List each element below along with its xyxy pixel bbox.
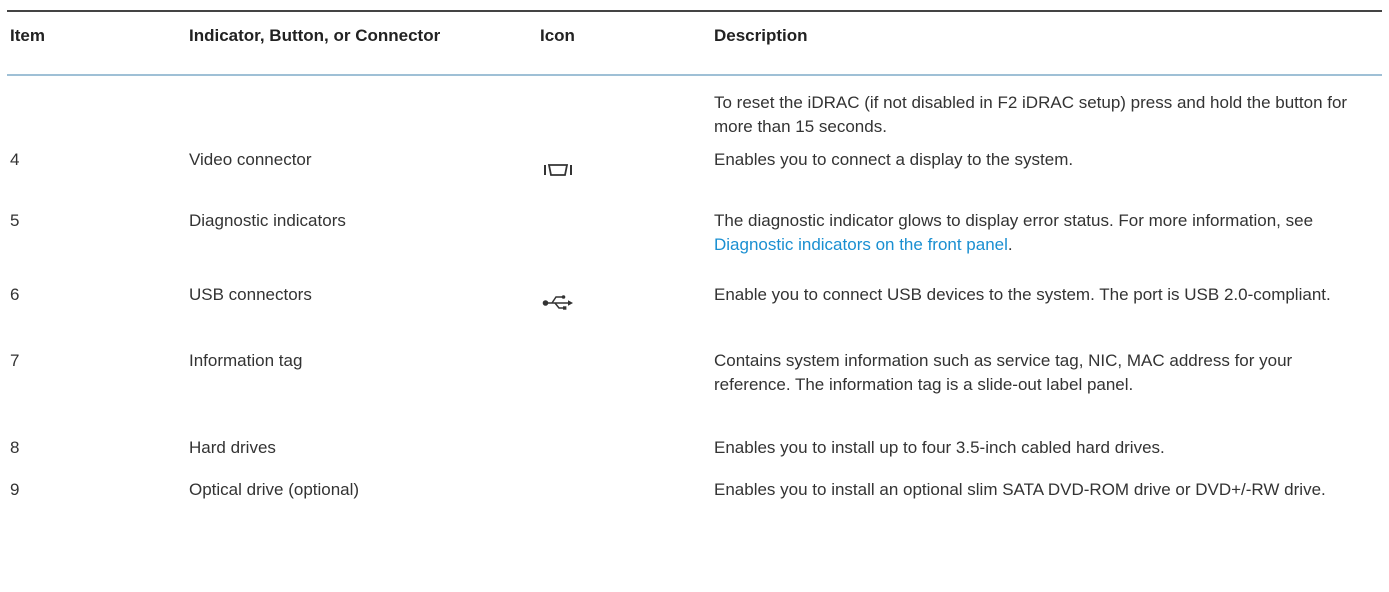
row-description: Enables you to install up to four 3.5-in… bbox=[714, 438, 1165, 457]
diagnostic-indicators-link[interactable]: Diagnostic indicators on the front panel bbox=[714, 235, 1008, 254]
row-indicator-name: Optical drive (optional) bbox=[189, 480, 360, 499]
video-connector-icon bbox=[544, 164, 572, 176]
row-description: Enables you to connect a display to the … bbox=[714, 150, 1074, 169]
row-description: Enables you to install an optional slim … bbox=[714, 480, 1326, 499]
table-row: To reset the iDRAC (if not disabled in F… bbox=[7, 76, 1382, 140]
table-row: 4 Video connector Enables you to connect… bbox=[7, 140, 1382, 204]
row-indicator-name: Diagnostic indicators bbox=[189, 211, 346, 230]
row-indicator-name: Video connector bbox=[189, 150, 312, 169]
row-item-number: 9 bbox=[10, 480, 20, 499]
row-icon-cell bbox=[540, 148, 714, 185]
row-item-number: 4 bbox=[10, 150, 20, 169]
row-item-number: 7 bbox=[10, 351, 20, 370]
row-description: Contains system information such as serv… bbox=[714, 351, 1293, 394]
header-icon: Icon bbox=[540, 26, 575, 45]
description-text: The diagnostic indicator glows to displa… bbox=[714, 211, 1314, 230]
table-header-row: Item Indicator, Button, or Connector Ico… bbox=[7, 12, 1382, 74]
table-row: 5 Diagnostic indicators The diagnostic i… bbox=[7, 204, 1382, 277]
header-indicator: Indicator, Button, or Connector bbox=[189, 26, 441, 45]
row-item-number: 6 bbox=[10, 285, 20, 304]
row-description: The diagnostic indicator glows to displa… bbox=[714, 209, 1382, 257]
row-description: To reset the iDRAC (if not disabled in F… bbox=[714, 93, 1348, 136]
header-item: Item bbox=[10, 26, 45, 45]
row-indicator-name: Information tag bbox=[189, 351, 303, 370]
usb-icon bbox=[542, 295, 573, 310]
row-description: Enable you to connect USB devices to the… bbox=[714, 285, 1331, 304]
row-icon-cell bbox=[540, 283, 714, 318]
table-row: 6 USB connectors Enable you to connect U… bbox=[7, 277, 1382, 340]
component-table: Item Indicator, Button, or Connector Ico… bbox=[7, 10, 1382, 534]
header-description: Description bbox=[714, 26, 808, 45]
table-row: 8 Hard drives Enables you to install up … bbox=[7, 428, 1382, 470]
row-item-number: 5 bbox=[10, 211, 20, 230]
row-indicator-name: USB connectors bbox=[189, 285, 312, 304]
table-row: 7 Information tag Contains system inform… bbox=[7, 340, 1382, 428]
table-row: 9 Optical drive (optional) Enables you t… bbox=[7, 470, 1382, 534]
row-item-number: 8 bbox=[10, 438, 20, 457]
description-text-end: . bbox=[1007, 235, 1013, 254]
row-indicator-name: Hard drives bbox=[189, 438, 276, 457]
